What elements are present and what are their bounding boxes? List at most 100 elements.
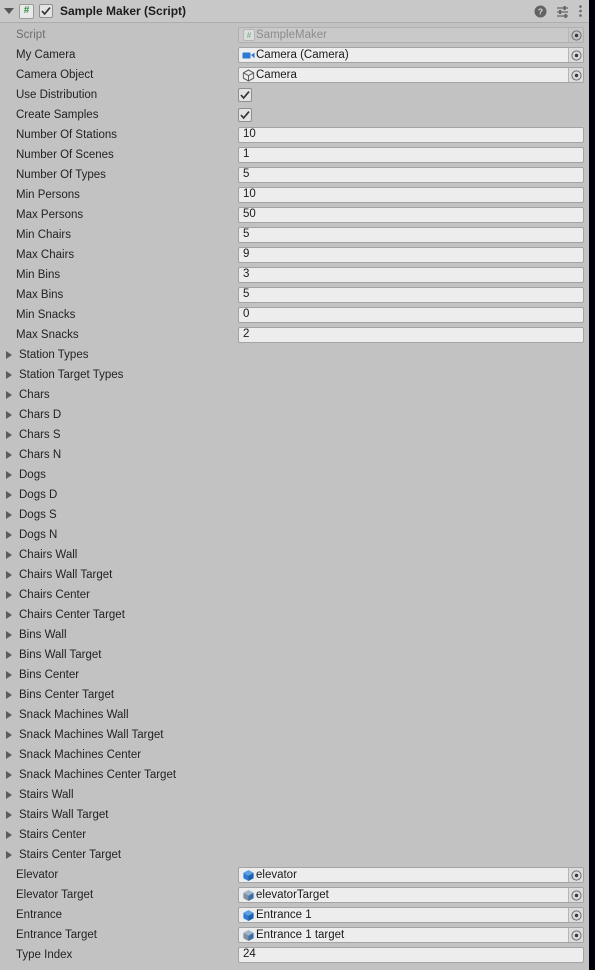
foldout-row[interactable]: Bins Wall	[0, 625, 589, 645]
object-reference-field[interactable]: Camera (Camera)	[238, 47, 584, 63]
window-edge	[589, 0, 595, 970]
foldout-row[interactable]: Snack Machines Wall	[0, 705, 589, 725]
foldout-row[interactable]: Chars D	[0, 405, 589, 425]
chevron-right-icon[interactable]	[6, 471, 12, 479]
object-reference-field[interactable]: elevatorTarget	[238, 887, 584, 903]
property-field: 50	[238, 207, 589, 223]
chevron-right-icon[interactable]	[6, 791, 12, 799]
object-picker-icon	[570, 889, 582, 901]
number-input[interactable]: 3	[238, 267, 584, 283]
foldout-row[interactable]: Chairs Center Target	[0, 605, 589, 625]
number-input[interactable]: 5	[238, 167, 584, 183]
foldout-row[interactable]: Station Target Types	[0, 365, 589, 385]
component-enabled-checkbox[interactable]	[39, 4, 53, 18]
chevron-right-icon[interactable]	[6, 651, 12, 659]
object-reference-field[interactable]: elevator	[238, 867, 584, 883]
foldout-row[interactable]: Chairs Center	[0, 585, 589, 605]
chevron-right-icon[interactable]	[6, 531, 12, 539]
component-header[interactable]: # Sample Maker (Script) ?	[0, 0, 589, 23]
foldout-row[interactable]: Dogs D	[0, 485, 589, 505]
chevron-right-icon[interactable]	[6, 831, 12, 839]
foldout-row[interactable]: Dogs S	[0, 505, 589, 525]
object-picker-button[interactable]	[568, 28, 583, 42]
chevron-right-icon[interactable]	[6, 371, 12, 379]
property-field: Camera (Camera)	[238, 47, 589, 63]
chevron-right-icon[interactable]	[6, 571, 12, 579]
chevron-right-icon[interactable]	[6, 751, 12, 759]
chevron-right-icon[interactable]	[6, 711, 12, 719]
chevron-right-icon[interactable]	[6, 671, 12, 679]
chevron-right-icon[interactable]	[6, 771, 12, 779]
object-reference-field[interactable]: Camera	[238, 67, 584, 83]
number-input[interactable]: 10	[238, 187, 584, 203]
number-input[interactable]: 2	[238, 327, 584, 343]
foldout-row[interactable]: Bins Wall Target	[0, 645, 589, 665]
chevron-right-icon[interactable]	[6, 391, 12, 399]
number-input[interactable]: 24	[238, 947, 584, 963]
foldout-row[interactable]: Snack Machines Center	[0, 745, 589, 765]
triangle-down-icon[interactable]	[4, 8, 14, 14]
number-input[interactable]: 0	[238, 307, 584, 323]
chevron-right-icon[interactable]	[6, 351, 12, 359]
chevron-right-icon[interactable]	[6, 411, 12, 419]
object-reference-field[interactable]: Entrance 1 target	[238, 927, 584, 943]
object-picker-button[interactable]	[568, 908, 583, 922]
number-input[interactable]: 9	[238, 247, 584, 263]
object-picker-button[interactable]	[568, 48, 583, 62]
chevron-right-icon[interactable]	[6, 851, 12, 859]
chevron-right-icon[interactable]	[6, 631, 12, 639]
chevron-right-icon[interactable]	[6, 691, 12, 699]
foldout-row[interactable]: Snack Machines Wall Target	[0, 725, 589, 745]
checkmark-icon	[41, 7, 51, 16]
chevron-right-icon[interactable]	[6, 591, 12, 599]
number-input[interactable]: 10	[238, 127, 584, 143]
foldout-row[interactable]: Chars S	[0, 425, 589, 445]
chevron-right-icon[interactable]	[6, 451, 12, 459]
property-label: Elevator Target	[16, 889, 94, 901]
property-field	[238, 88, 589, 102]
foldout-row[interactable]: Bins Center Target	[0, 685, 589, 705]
object-picker-button[interactable]	[568, 888, 583, 902]
help-icon[interactable]: ?	[534, 5, 547, 18]
preset-icon[interactable]	[556, 5, 569, 18]
foldout-row[interactable]: Bins Center	[0, 665, 589, 685]
number-input[interactable]: 5	[238, 227, 584, 243]
kebab-menu-icon[interactable]	[578, 4, 583, 18]
object-picker-icon	[570, 869, 582, 881]
chevron-right-icon[interactable]	[6, 491, 12, 499]
property-row: Script # SampleMaker	[0, 25, 589, 45]
foldout-row[interactable]: Chars	[0, 385, 589, 405]
object-picker-button[interactable]	[568, 68, 583, 82]
foldout-row[interactable]: Chairs Wall Target	[0, 565, 589, 585]
object-picker-button[interactable]	[568, 928, 583, 942]
foldout-row[interactable]: Dogs	[0, 465, 589, 485]
foldout-row[interactable]: Snack Machines Center Target	[0, 765, 589, 785]
property-field: 10	[238, 187, 589, 203]
number-input[interactable]: 1	[238, 147, 584, 163]
foldout-row[interactable]: Chars N	[0, 445, 589, 465]
object-picker-button[interactable]	[568, 868, 583, 882]
chevron-right-icon[interactable]	[6, 811, 12, 819]
checkbox[interactable]	[238, 88, 252, 102]
foldout-row[interactable]: Stairs Wall Target	[0, 805, 589, 825]
chevron-right-icon[interactable]	[6, 551, 12, 559]
chevron-right-icon[interactable]	[6, 611, 12, 619]
foldout-row[interactable]: Station Types	[0, 345, 589, 365]
number-input[interactable]: 50	[238, 207, 584, 223]
property-label: My Camera	[16, 49, 76, 61]
property-field: elevatorTarget	[238, 887, 589, 903]
object-reference-field[interactable]: Entrance 1	[238, 907, 584, 923]
number-input[interactable]: 5	[238, 287, 584, 303]
foldout-row[interactable]: Chairs Wall	[0, 545, 589, 565]
foldout-row[interactable]: Stairs Center	[0, 825, 589, 845]
chevron-right-icon[interactable]	[6, 731, 12, 739]
foldout-row[interactable]: Stairs Center Target	[0, 845, 589, 865]
foldout-row[interactable]: Stairs Wall	[0, 785, 589, 805]
checkbox[interactable]	[238, 108, 252, 122]
object-reference-name: Camera (Camera)	[256, 49, 349, 61]
chevron-right-icon[interactable]	[6, 511, 12, 519]
chevron-right-icon[interactable]	[6, 431, 12, 439]
foldout-label: Dogs	[19, 469, 46, 481]
foldout-row[interactable]: Dogs N	[0, 525, 589, 545]
object-reference-field[interactable]: # SampleMaker	[238, 27, 584, 43]
